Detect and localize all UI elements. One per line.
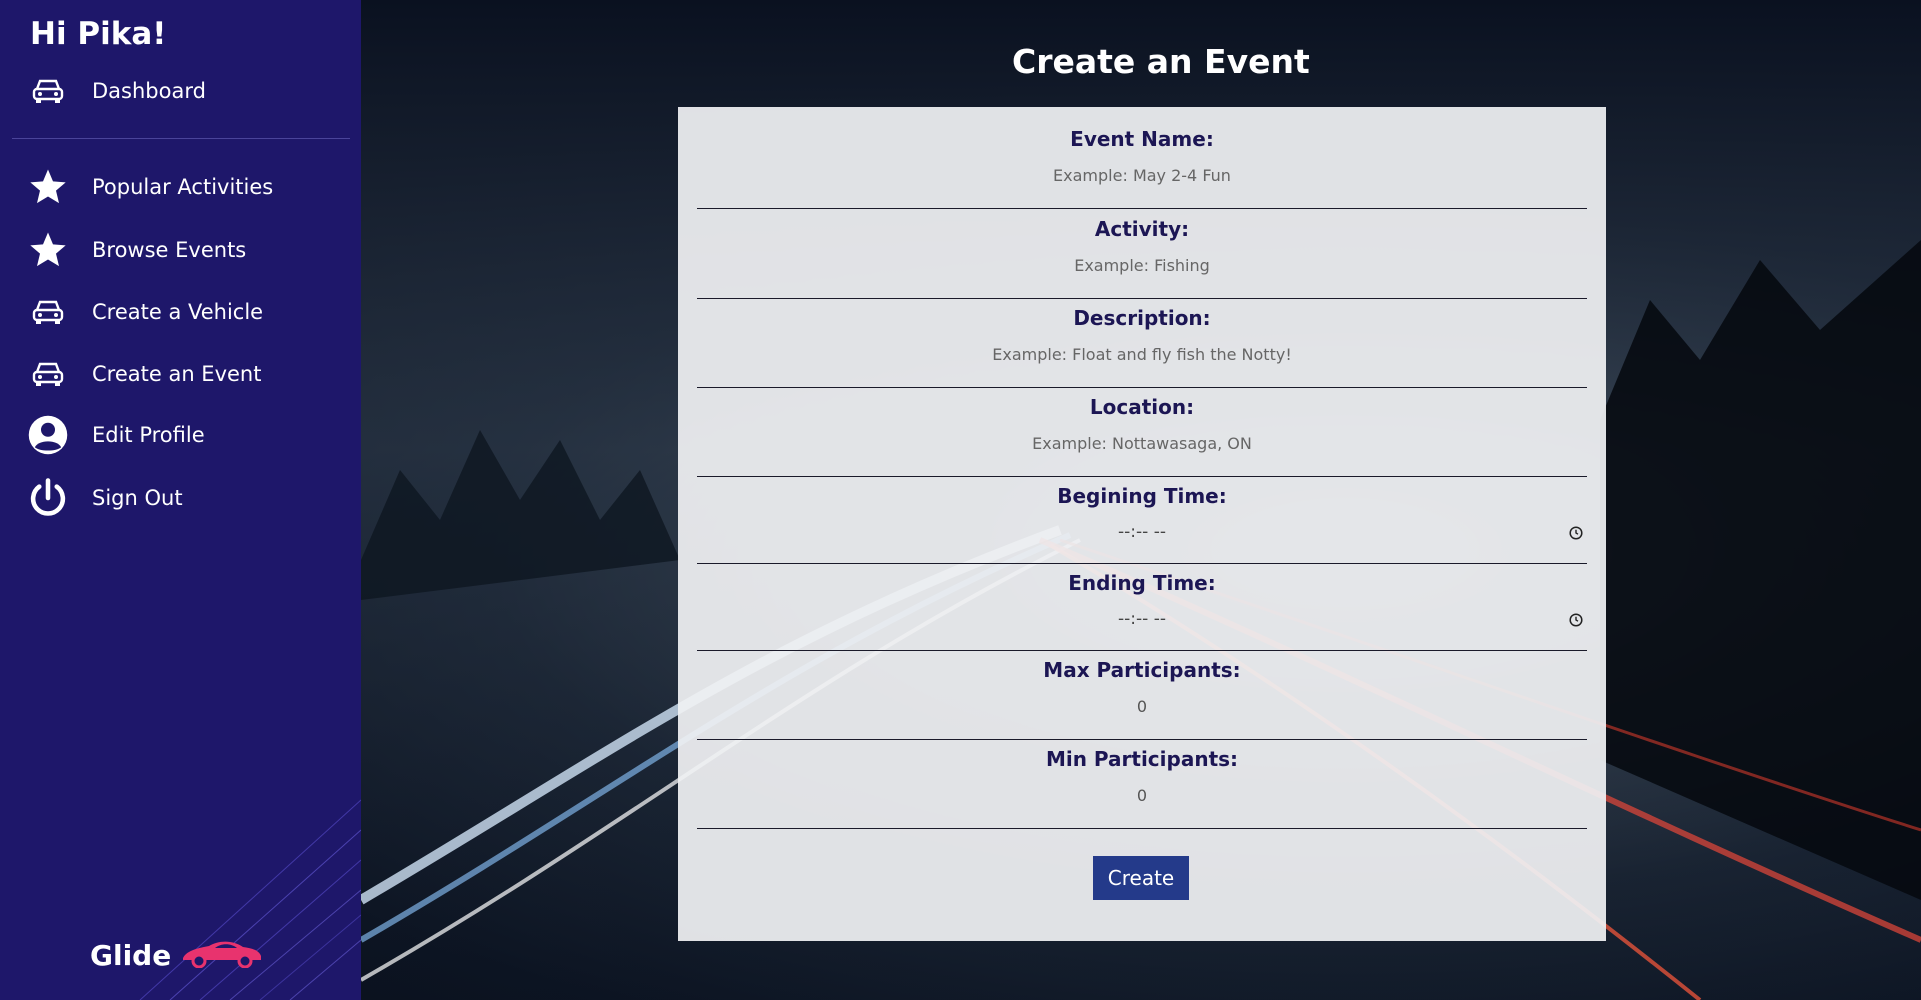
car-icon [26,290,70,334]
activity-field: Activity: [697,217,1587,299]
location-field: Location: [697,395,1587,477]
field-label: Min Participants: [1045,747,1239,771]
min-participants-input[interactable] [697,777,1587,813]
time-value: --:-- -- [1118,522,1166,542]
power-icon [26,476,70,520]
page-title: Create an Event [1012,42,1310,81]
sidebar-item-label: Browse Events [92,238,247,262]
begining-time-input[interactable]: --:-- -- [697,514,1587,550]
activity-input[interactable] [697,247,1587,283]
ending-time-input[interactable]: --:-- -- [697,601,1587,637]
greeting: Hi Pika! [30,16,167,52]
create-event-form: Event Name: Activity: Description: Locat… [678,107,1606,941]
brand-logo: Glide [90,938,263,972]
sidebar-item-label: Edit Profile [92,423,205,447]
field-label: Ending Time: [1068,571,1216,595]
sidebar-item-label: Popular Activities [92,175,274,199]
star-icon [26,228,70,272]
clock-icon[interactable] [1569,525,1583,544]
car-icon [26,352,70,396]
clock-icon[interactable] [1569,612,1583,631]
field-label: Description: [1073,306,1211,330]
sidebar-item-label: Create an Event [92,362,262,386]
begining-time-field: Begining Time: --:-- -- [697,484,1587,564]
sports-car-icon [181,938,263,972]
max-participants-field: Max Participants: [697,658,1587,740]
sidebar-item-sign-out[interactable]: Sign Out [26,475,346,521]
sidebar-item-create-vehicle[interactable]: Create a Vehicle [26,289,346,335]
sidebar-item-browse-events[interactable]: Browse Events [26,227,346,273]
sidebar-item-popular-activities[interactable]: Popular Activities [26,164,346,210]
field-label: Begining Time: [1057,484,1227,508]
sidebar: Hi Pika! Dashboard Popular Activities Br… [0,0,361,1000]
user-circle-icon [26,413,70,457]
field-label: Activity: [1094,217,1190,241]
field-label: Event Name: [1070,127,1214,151]
field-label: Max Participants: [1043,658,1241,682]
sidebar-item-edit-profile[interactable]: Edit Profile [26,412,346,458]
description-field: Description: [697,306,1587,388]
ending-time-field: Ending Time: --:-- -- [697,571,1587,651]
description-input[interactable] [697,336,1587,372]
star-icon [26,165,70,209]
location-input[interactable] [697,425,1587,461]
sidebar-item-create-event[interactable]: Create an Event [26,351,346,397]
sidebar-item-dashboard[interactable]: Dashboard [26,68,346,114]
min-participants-field: Min Participants: [697,747,1587,829]
car-icon [26,69,70,113]
event-name-field: Event Name: [697,127,1587,209]
sidebar-item-label: Sign Out [92,486,183,510]
time-value: --:-- -- [1118,609,1166,629]
sidebar-divider [12,138,350,139]
sidebar-item-label: Dashboard [92,79,206,103]
brand-name: Glide [90,938,172,972]
field-label: Location: [1089,395,1195,419]
max-participants-input[interactable] [697,688,1587,724]
sidebar-item-label: Create a Vehicle [92,300,264,324]
create-button[interactable]: Create [1093,856,1189,900]
event-name-input[interactable] [697,157,1587,193]
